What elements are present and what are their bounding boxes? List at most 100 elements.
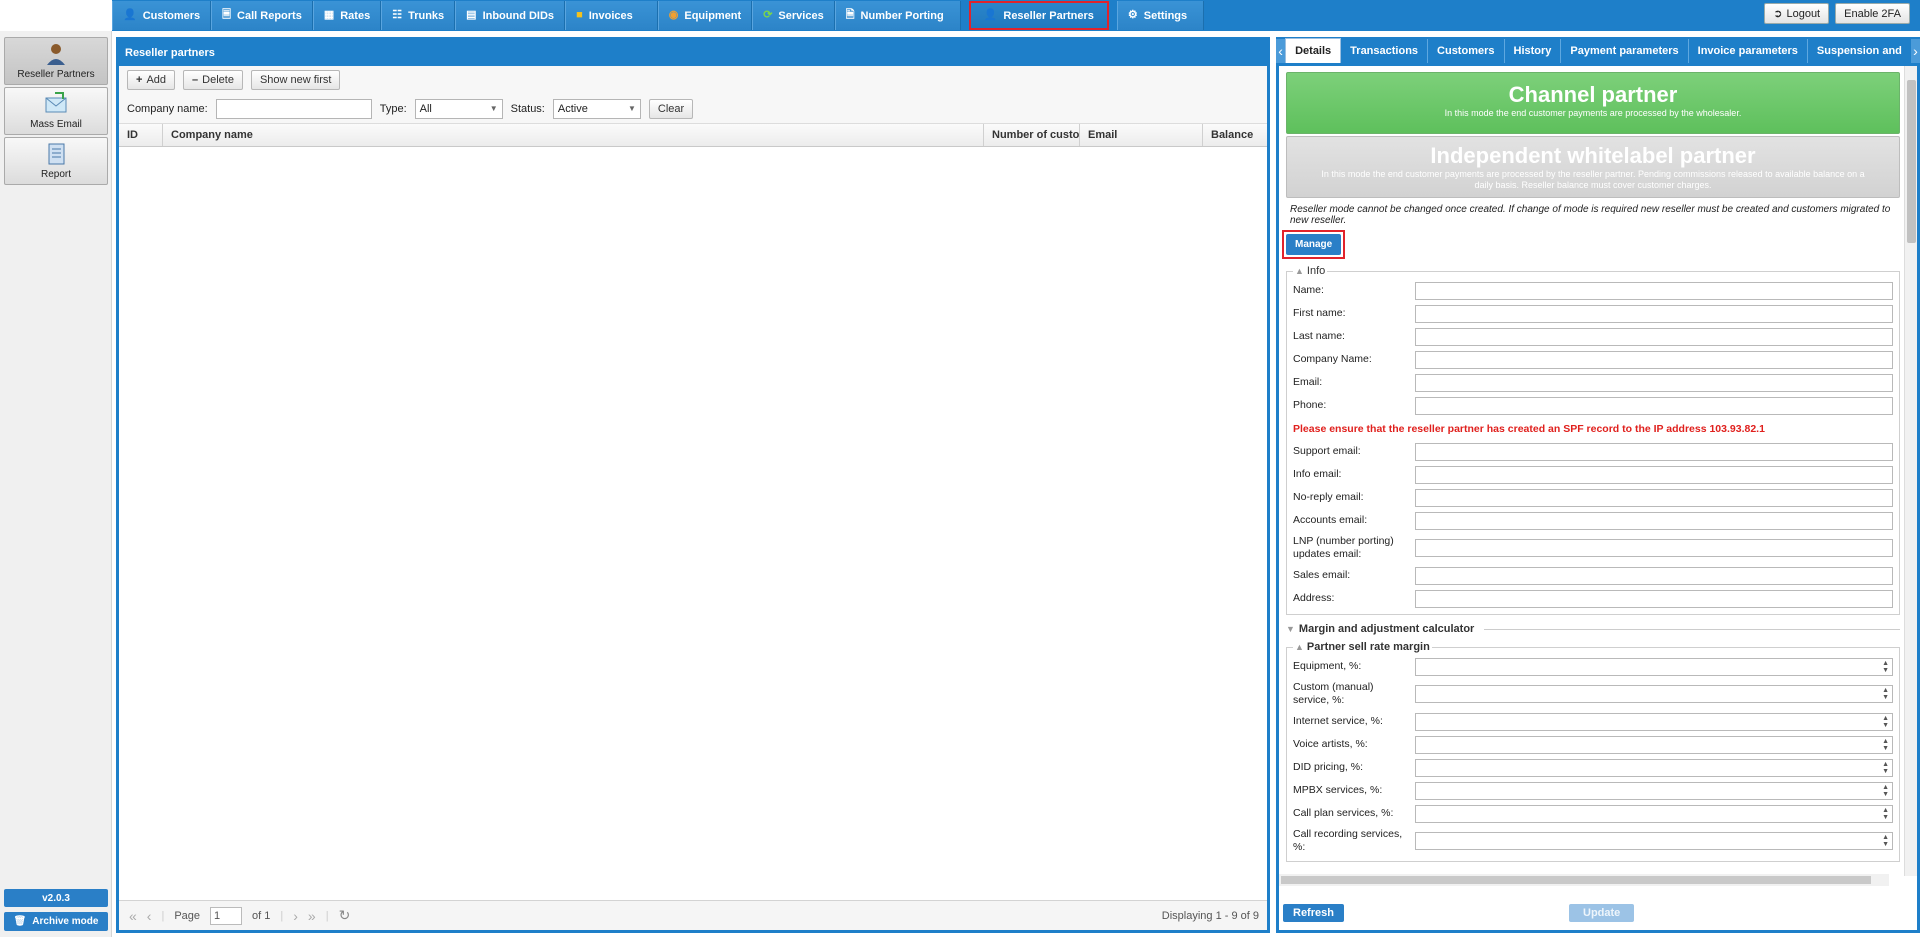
tab-settings[interactable]: ⚙ Settings bbox=[1116, 1, 1205, 30]
last-name-field[interactable] bbox=[1415, 327, 1893, 346]
rail-mass-email[interactable]: Mass Email bbox=[4, 87, 108, 135]
support-email-field[interactable] bbox=[1415, 442, 1893, 461]
horizontal-scrollbar[interactable] bbox=[1279, 874, 1889, 886]
spinner-icon[interactable]: ▲ ▼ bbox=[1882, 761, 1889, 775]
tab-inbound-dids[interactable]: ▤ Inbound DIDs bbox=[455, 1, 566, 30]
call-recording-margin-field[interactable]: ▲ ▼ bbox=[1415, 832, 1893, 850]
panel-title: Reseller partners bbox=[119, 40, 1267, 66]
name-field[interactable] bbox=[1415, 281, 1893, 300]
clear-button[interactable]: Clear bbox=[648, 98, 694, 119]
did-icon: ▤ bbox=[466, 9, 477, 21]
main-tabs: 👤 Customers 🗏 Call Reports ▦ Rates ☷ Trunks … bbox=[112, 0, 1205, 31]
tab-equipment[interactable]: ◉ Equipment bbox=[657, 1, 753, 30]
first-name-field[interactable] bbox=[1415, 304, 1893, 323]
rates-icon: ▦ bbox=[323, 9, 335, 21]
column-number-of-customers[interactable]: Number of custon bbox=[984, 124, 1080, 146]
spinner-icon[interactable]: ▲ ▼ bbox=[1882, 715, 1889, 729]
update-button[interactable]: Update bbox=[1569, 904, 1635, 922]
tab-customers[interactable]: Customers bbox=[1428, 39, 1505, 63]
tab-trunks[interactable]: ☷ Trunks bbox=[381, 1, 456, 30]
channel-partner-option[interactable]: Channel partner In this mode the end cus… bbox=[1286, 72, 1900, 134]
enable-2fa-button[interactable]: Enable 2FA bbox=[1835, 3, 1910, 24]
tab-history[interactable]: History bbox=[1505, 39, 1562, 63]
tab-call-reports[interactable]: 🗏 Call Reports bbox=[211, 1, 313, 30]
email-field[interactable] bbox=[1415, 373, 1893, 392]
manage-button[interactable]: Manage bbox=[1286, 234, 1342, 255]
spinner-icon[interactable]: ▲ ▼ bbox=[1882, 807, 1889, 821]
column-balance[interactable]: Balance bbox=[1203, 124, 1267, 146]
tab-suspension[interactable]: Suspension and bbox=[1808, 39, 1911, 63]
spinner-icon[interactable]: ▲ ▼ bbox=[1882, 834, 1889, 848]
form-row: LNP (number porting) updates email: bbox=[1293, 532, 1893, 564]
tab-scroll-right-icon[interactable]: › bbox=[1910, 39, 1920, 63]
sell-margin-legend[interactable]: ▲ Partner sell rate margin bbox=[1293, 641, 1432, 653]
company-name-field[interactable] bbox=[1415, 350, 1893, 369]
tab-payment-parameters[interactable]: Payment parameters bbox=[1561, 39, 1689, 63]
sales-email-field[interactable] bbox=[1415, 566, 1893, 585]
lnp-email-field[interactable] bbox=[1415, 539, 1893, 557]
tab-rates[interactable]: ▦ Rates bbox=[312, 1, 382, 30]
tab-details[interactable]: Details bbox=[1285, 38, 1342, 63]
tab-reseller-partners[interactable]: 👤 Reseller Partners bbox=[968, 1, 1109, 30]
phone-field[interactable] bbox=[1415, 396, 1893, 415]
tab-services[interactable]: ⟳ Services bbox=[752, 1, 835, 30]
column-id[interactable]: ID bbox=[119, 124, 163, 146]
did-pricing-margin-field[interactable]: ▲ ▼ bbox=[1415, 758, 1893, 777]
column-email[interactable]: Email bbox=[1080, 124, 1203, 146]
version-badge: v2.0.3 bbox=[4, 889, 108, 907]
next-page-icon[interactable]: › bbox=[293, 908, 298, 924]
status-select[interactable]: Active ▼ bbox=[552, 98, 641, 119]
accounts-email-field[interactable] bbox=[1415, 511, 1893, 530]
archive-icon: 🗑 bbox=[13, 916, 27, 927]
tab-invoices[interactable]: ■ Invoices bbox=[565, 1, 658, 30]
tab-number-porting[interactable]: 🗎 Number Porting bbox=[834, 1, 961, 30]
company-name-input[interactable] bbox=[215, 98, 372, 119]
vertical-scrollbar[interactable] bbox=[1904, 66, 1917, 876]
page-input[interactable]: 1 bbox=[210, 906, 243, 925]
minus-icon: – bbox=[192, 74, 199, 86]
equipment-margin-field[interactable]: ▲ ▼ bbox=[1415, 657, 1893, 676]
internet-service-margin-field[interactable]: ▲ ▼ bbox=[1415, 712, 1893, 731]
scrollbar-thumb[interactable] bbox=[1907, 80, 1916, 243]
independent-partner-option[interactable]: Independent whitelabel partner In this m… bbox=[1286, 136, 1900, 198]
spinner-icon[interactable]: ▲ ▼ bbox=[1882, 784, 1889, 798]
tab-invoice-parameters[interactable]: Invoice parameters bbox=[1689, 39, 1808, 63]
no-reply-email-field[interactable] bbox=[1415, 488, 1893, 507]
spinner-icon[interactable]: ▲ ▼ bbox=[1882, 687, 1889, 701]
form-row: Internet service, %: ▲ ▼ bbox=[1293, 710, 1893, 733]
pager-divider: | bbox=[280, 909, 284, 922]
top-navigation-bar: 👤 Customers 🗏 Call Reports ▦ Rates ☷ Trunks … bbox=[0, 0, 1920, 31]
archive-mode-button[interactable]: 🗑 Archive mode bbox=[4, 912, 108, 931]
custom-service-margin-field[interactable]: ▲ ▼ bbox=[1415, 685, 1893, 703]
refresh-button[interactable]: Refresh bbox=[1283, 904, 1344, 922]
type-select[interactable]: All ▼ bbox=[414, 98, 503, 119]
add-button[interactable]: + Add bbox=[127, 70, 176, 90]
voice-artists-margin-field[interactable]: ▲ ▼ bbox=[1415, 735, 1893, 754]
type-label: Type: bbox=[379, 102, 407, 115]
scrollbar-thumb[interactable] bbox=[1281, 876, 1871, 884]
delete-button[interactable]: – Delete bbox=[183, 70, 243, 90]
refresh-icon[interactable]: ↻ bbox=[339, 907, 351, 924]
rail-report[interactable]: Report bbox=[4, 137, 108, 185]
spf-warning: Please ensure that the reseller partner … bbox=[1293, 422, 1765, 435]
mpbx-margin-field[interactable]: ▲ ▼ bbox=[1415, 781, 1893, 800]
first-page-icon[interactable]: « bbox=[129, 908, 137, 924]
logout-button[interactable]: ➲ Logout bbox=[1764, 3, 1830, 24]
column-company-name[interactable]: Company name bbox=[163, 124, 984, 146]
tab-transactions[interactable]: Transactions bbox=[1341, 39, 1429, 63]
show-new-first-button[interactable]: Show new first bbox=[250, 70, 341, 90]
prev-page-icon[interactable]: ‹ bbox=[147, 908, 152, 924]
tab-customers[interactable]: 👤 Customers bbox=[112, 1, 212, 30]
form-row: Info email: bbox=[1293, 463, 1893, 486]
spinner-icon[interactable]: ▲ ▼ bbox=[1882, 738, 1889, 752]
address-field[interactable] bbox=[1415, 589, 1893, 608]
last-page-icon[interactable]: » bbox=[308, 908, 316, 924]
spinner-icon[interactable]: ▲ ▼ bbox=[1882, 660, 1889, 674]
rail-reseller-partners[interactable]: Reseller Partners bbox=[4, 37, 108, 85]
info-legend[interactable]: ▲ Info bbox=[1293, 265, 1327, 277]
margin-section-header[interactable]: ▼ Margin and adjustment calculator bbox=[1286, 623, 1900, 635]
call-plan-margin-field[interactable]: ▲ ▼ bbox=[1415, 804, 1893, 823]
tab-scroll-left-icon[interactable]: ‹ bbox=[1276, 39, 1286, 63]
form-row: Custom (manual) service, %: ▲ ▼ bbox=[1293, 678, 1893, 710]
info-email-field[interactable] bbox=[1415, 465, 1893, 484]
